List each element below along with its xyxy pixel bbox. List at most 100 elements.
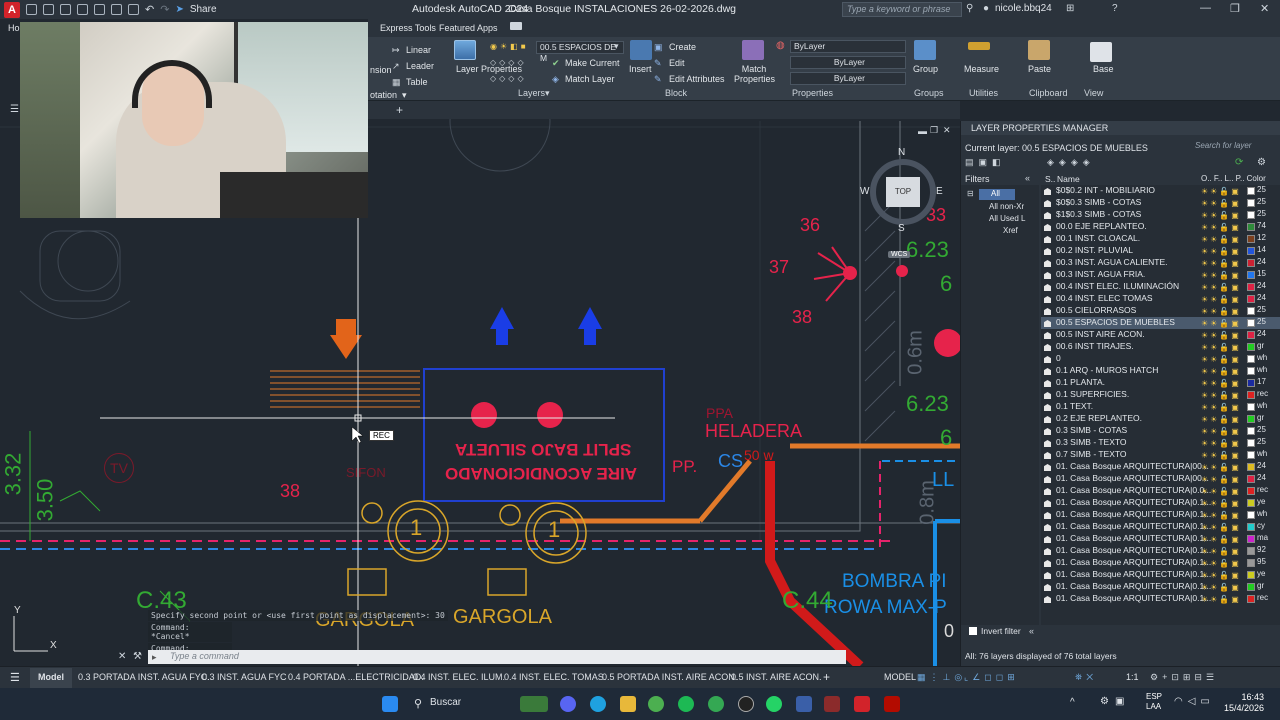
acrobat-icon[interactable] [884,696,900,712]
layer-row[interactable]: 01. Casa Bosque ARQUITECTURA|0.1... ☀☀🔓▣ r… [1041,593,1280,605]
layer-status-icon[interactable] [1044,380,1051,387]
layer-status-icon[interactable] [1044,416,1051,423]
layer-color-swatch[interactable] [1247,223,1255,231]
new-tab-icon[interactable]: + [396,103,403,117]
layer-toggle-icons[interactable]: ☀☀🔓▣ [1201,343,1241,352]
color-wheel-icon[interactable]: ◍ [776,40,785,51]
linetype-dropdown[interactable]: ByLayer [790,56,906,69]
layer-color-swatch[interactable] [1247,439,1255,447]
utilities-panel-title[interactable]: Utilities [969,88,998,98]
layer-row[interactable]: 00.5 INST AIRE ACON. ☀☀🔓▣ 24 [1041,329,1280,341]
layer-dropdown[interactable]: 00.5 ESPACIOS DE M [536,41,624,63]
layer-row[interactable]: 0.2 EJE REPLANTEO. ☀☀🔓▣ gr [1041,413,1280,425]
layer-row[interactable]: 0.1 SUPERFICIES. ☀☀🔓▣ rec [1041,389,1280,401]
network-volume-battery-icons[interactable]: ◠◁▭ [1174,696,1215,707]
layer-status-icon[interactable] [1044,320,1051,327]
collapse-filters-icon[interactable]: « [1025,173,1030,183]
autocad-logo-icon[interactable]: A [4,1,20,18]
autocad-taskbar-icon[interactable] [854,696,870,712]
viewport-restore-icon[interactable]: ❐ [930,125,938,136]
redo-icon[interactable]: ↷ [160,3,169,16]
minimize-icon[interactable]: — [1200,2,1211,14]
layer-color-swatch[interactable] [1247,283,1255,291]
layer-color-swatch[interactable] [1247,463,1255,471]
layer-color-swatch[interactable] [1247,559,1255,567]
layer-toggle-icons[interactable]: ☀☀🔓▣ [1201,367,1241,376]
restore-icon[interactable]: ❐ [1230,2,1240,15]
cart-icon[interactable]: ⊞ [1066,3,1074,14]
layer-row[interactable]: 00.3 INST. AGUA CALIENTE. ☀☀🔓▣ 24 [1041,257,1280,269]
layer-toggle-icons[interactable]: ☀☀🔓▣ [1201,199,1241,208]
layer-row[interactable]: $1$0.3 SIMB - COTAS ☀☀🔓▣ 25 [1041,209,1280,221]
insert-block-icon[interactable] [630,40,652,60]
layer-tools-icons[interactable]: ◇◇◇◇ [490,58,527,67]
layer-status-icon[interactable] [1044,344,1051,351]
layer-color-swatch[interactable] [1247,391,1255,399]
layer-color-swatch[interactable] [1247,403,1255,411]
layers-panel-title[interactable]: Layers [518,88,545,98]
layer-toggle-icons[interactable]: ☀☀🔓▣ [1201,475,1241,484]
layer-toggle-icons[interactable]: ☀☀🔓▣ [1201,211,1241,220]
layer-status-icon[interactable] [1044,284,1051,291]
layer-row[interactable]: 0.3 SIMB - TEXTO ☀☀🔓▣ 25 [1041,437,1280,449]
status-tools-icons[interactable]: ⚙+⊡⊞⊟☰ [1150,672,1218,683]
open-file-icon[interactable] [43,4,54,15]
layer-status-icon[interactable] [1044,404,1051,411]
layer-status-icon[interactable] [1044,308,1051,315]
layer-toggle-icons[interactable]: ☀☀🔓▣ [1201,379,1241,388]
tray-icons[interactable]: ⚙▣ [1100,696,1130,707]
create-block-button[interactable]: Create [669,42,696,52]
layer-row[interactable]: 00.1 INST. CLOACAL. ☀☀🔓▣ 12 [1041,233,1280,245]
layer-color-swatch[interactable] [1247,583,1255,591]
spotify-icon[interactable] [678,696,694,712]
compass-south[interactable]: S [898,223,905,234]
group-button[interactable]: Group [913,64,938,74]
paste-icon[interactable] [1028,40,1050,60]
viewport-close-icon[interactable]: ✕ [943,125,951,136]
share-button[interactable]: Share [190,4,217,15]
layer-status-icon[interactable] [1044,188,1051,195]
add-layout-button[interactable]: + [823,670,830,684]
edit-attributes-button[interactable]: Edit Attributes [669,74,725,84]
layer-status-icon[interactable] [1044,224,1051,231]
layer-status-icon[interactable] [1044,584,1051,591]
command-prompt-icon[interactable]: ▸ [152,652,157,663]
layer-color-swatch[interactable] [1247,571,1255,579]
column-name[interactable]: Name [1057,174,1080,184]
column-status[interactable]: S.. [1045,174,1055,184]
viewcube-top-face[interactable]: TOP [886,177,920,207]
layer-color-swatch[interactable] [1247,367,1255,375]
compass-west[interactable]: W [860,186,869,197]
layer-color-swatch[interactable] [1247,475,1255,483]
layer-row[interactable]: 0.1 TEXT. ☀☀🔓▣ wh [1041,401,1280,413]
layer-status-icon[interactable] [1044,332,1051,339]
layer-color-swatch[interactable] [1247,211,1255,219]
layout-menu-icon[interactable]: ☰ [10,671,20,684]
column-props[interactable]: O.. F.. L.. P.. Color [1201,174,1266,183]
layout-tab-6[interactable]: 0.5 INST. AIRE ACON. [731,672,822,682]
system-clock[interactable]: 16:43 15/4/2026 [1224,692,1264,714]
app-icon-blue[interactable] [796,696,812,712]
layer-row[interactable]: 0.1 PLANTA. ☀☀🔓▣ 17 [1041,377,1280,389]
layer-toggle-icons[interactable]: ☀☀🔓▣ [1201,271,1241,280]
layer-row[interactable]: 01. Casa Bosque ARQUITECTURA|0.1... ☀☀🔓▣ m… [1041,533,1280,545]
tray-chevron-icon[interactable]: ^ [1070,697,1075,708]
layout-tab-5[interactable]: 0.5 PORTADA INST. AIRE ACON. [602,672,737,682]
layer-status-icon[interactable] [1044,428,1051,435]
layer-color-swatch[interactable] [1247,499,1255,507]
layout-tab-1[interactable]: 0.3 INST. AGUA FYC [202,672,287,682]
layer-row[interactable]: 00.5 CIELORRASOS ☀☀🔓▣ 25 [1041,305,1280,317]
layer-toggle-icons[interactable]: ☀☀🔓▣ [1201,451,1241,460]
linear-button[interactable]: Linear [406,45,431,55]
layout-tab-2[interactable]: 0.4 PORTADA ...ELECTRICIDAD. [288,672,424,682]
filter-xref[interactable]: Xref [983,226,1018,235]
layer-status-icon[interactable] [1044,272,1051,279]
layer-color-swatch[interactable] [1247,307,1255,315]
make-current-button[interactable]: Make Current [565,58,620,68]
discord-icon[interactable] [560,696,576,712]
model-space-toggle[interactable]: MODEL [884,672,916,682]
layer-status-icon[interactable] [1044,260,1051,267]
language-indicator[interactable]: ESP LAA [1146,692,1162,712]
layer-status-icon[interactable] [1044,572,1051,579]
customize-command-icon[interactable]: ⚒ [133,651,142,662]
